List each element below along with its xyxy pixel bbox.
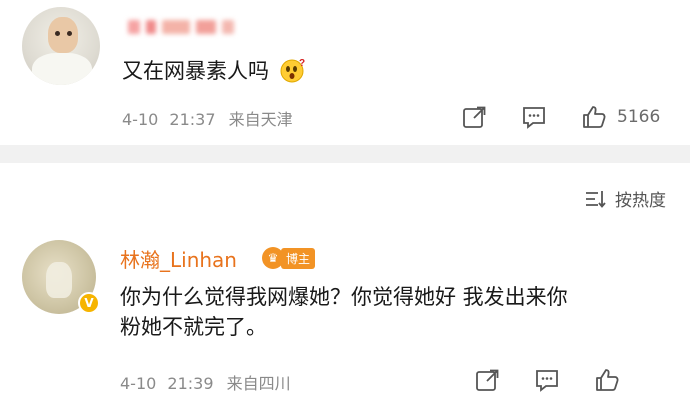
avatar-eye-left (55, 31, 60, 36)
comment-time: 21:37 (169, 110, 216, 129)
sort-icon (586, 190, 606, 208)
like-icon[interactable] (594, 367, 620, 393)
avatar-figure (46, 262, 72, 298)
comment-item-first: 又在网暴素人吗 ? 4-10 21:37 来自天津 5166 (0, 0, 690, 145)
like-icon[interactable] (581, 104, 607, 130)
username-blurred[interactable] (128, 16, 248, 40)
share-icon[interactable] (461, 104, 487, 130)
reply-source: 来自四川 (226, 374, 291, 393)
share-icon[interactable] (474, 367, 500, 393)
author-badge-label: 博主 (281, 247, 316, 269)
comment-text: 又在网暴素人吗 ? (122, 56, 306, 86)
like-count: 5166 (617, 107, 661, 127)
surprised-emoji-icon: ? (280, 58, 305, 83)
comment-source: 来自天津 (228, 110, 293, 129)
comment-text-content: 又在网暴素人吗 (122, 59, 269, 83)
comment-date: 4-10 (122, 110, 159, 129)
reply-time: 21:39 (167, 374, 214, 393)
author-badge: ♛ 博主 (262, 247, 316, 269)
reply-text-line1: 你为什么觉得我网爆她？你觉得她好 我发出来你 (120, 285, 568, 309)
reply-text: 你为什么觉得我网爆她？你觉得她好 我发出来你 粉她不就完了。 (120, 282, 568, 342)
avatar-eye-right (67, 31, 72, 36)
verified-badge-label: V (84, 296, 94, 310)
avatar[interactable] (22, 7, 100, 85)
reply-text-line2: 粉她不就完了。 (120, 315, 267, 339)
comment-meta: 4-10 21:37 来自天津 (122, 106, 293, 130)
verified-badge: V (78, 292, 100, 314)
comment-icon[interactable] (534, 367, 560, 393)
comment-actions: 5166 (461, 104, 660, 130)
comment-icon[interactable] (521, 104, 547, 130)
reply-actions (474, 367, 620, 393)
reply-username[interactable]: 林瀚_Linhan (120, 244, 237, 273)
avatar-body (32, 53, 92, 85)
section-divider (0, 145, 690, 163)
reply-date: 4-10 (120, 374, 157, 393)
avatar-face (48, 17, 78, 53)
sort-label: 按热度 (615, 191, 666, 211)
reply-meta: 4-10 21:39 来自四川 (120, 370, 291, 394)
svg-text:?: ? (299, 58, 305, 69)
sort-toggle[interactable]: 按热度 (585, 186, 666, 211)
